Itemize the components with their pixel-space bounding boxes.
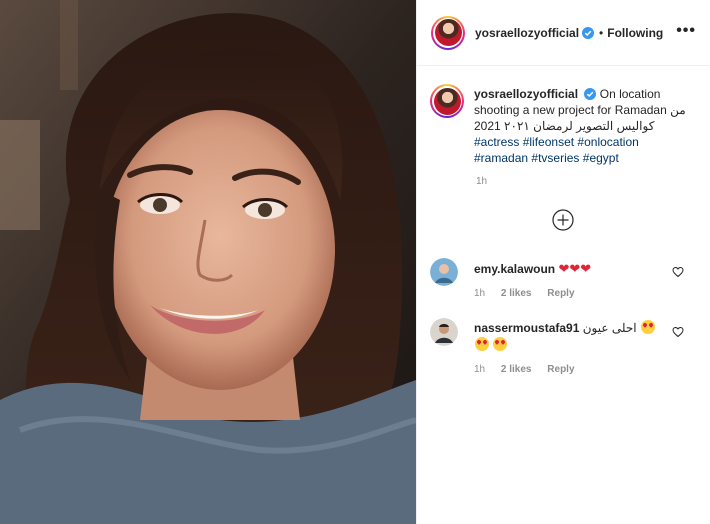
- hashtag-link[interactable]: #actress: [474, 135, 519, 149]
- verified-badge-icon: [584, 88, 597, 100]
- post-header: yosraellozyofficial • Following •••: [417, 0, 710, 66]
- heart-eyes-emoji-icon: [493, 337, 508, 351]
- hashtag-link[interactable]: #tvseries: [531, 151, 579, 165]
- commenter-username[interactable]: emy.kalawoun: [474, 262, 555, 276]
- more-options-icon[interactable]: •••: [676, 23, 696, 39]
- load-more-comments-icon[interactable]: [552, 209, 574, 231]
- author-username[interactable]: yosraellozyofficial: [475, 26, 579, 40]
- hashtag-link[interactable]: #ramadan: [474, 151, 528, 165]
- reply-button[interactable]: Reply: [547, 288, 574, 299]
- post-photo[interactable]: [0, 0, 416, 524]
- hashtag-link[interactable]: #lifeonset: [523, 135, 574, 149]
- portrait-image: [0, 0, 416, 524]
- caption-avatar[interactable]: [430, 84, 464, 118]
- post-caption: yosraellozyofficial On location shooting…: [430, 84, 700, 166]
- separator-dot: •: [599, 25, 604, 40]
- comment-meta: 1h 2 likes Reply: [474, 288, 588, 299]
- reply-button[interactable]: Reply: [547, 364, 574, 375]
- author-avatar[interactable]: [431, 15, 465, 50]
- verified-badge-icon: [582, 26, 595, 39]
- comment-likes[interactable]: 2 likes: [501, 288, 532, 299]
- commenter-avatar[interactable]: [430, 318, 458, 346]
- hashtag-link[interactable]: #egypt: [583, 151, 619, 165]
- caption-timestamp: 1h: [476, 176, 488, 187]
- comment-likes[interactable]: 2 likes: [501, 364, 532, 375]
- comment-text: احلى عيون: [582, 321, 637, 335]
- like-heart-icon[interactable]: [672, 266, 684, 278]
- caption-username[interactable]: yosraellozyofficial: [474, 87, 578, 101]
- comment-text: ❤❤❤: [558, 261, 592, 276]
- comment-timestamp: 1h: [474, 364, 486, 375]
- commenter-username[interactable]: nassermoustafa91: [474, 321, 579, 335]
- heart-eyes-emoji-icon: [640, 320, 655, 334]
- comment-timestamp: 1h: [474, 288, 486, 299]
- hashtag-link[interactable]: #onlocation: [577, 135, 638, 149]
- following-button[interactable]: Following: [607, 26, 663, 40]
- commenter-avatar[interactable]: [430, 258, 458, 286]
- comment-meta: 1h 2 likes Reply: [474, 364, 588, 375]
- like-heart-icon[interactable]: [672, 326, 684, 338]
- heart-eyes-emoji-icon: [475, 337, 489, 351]
